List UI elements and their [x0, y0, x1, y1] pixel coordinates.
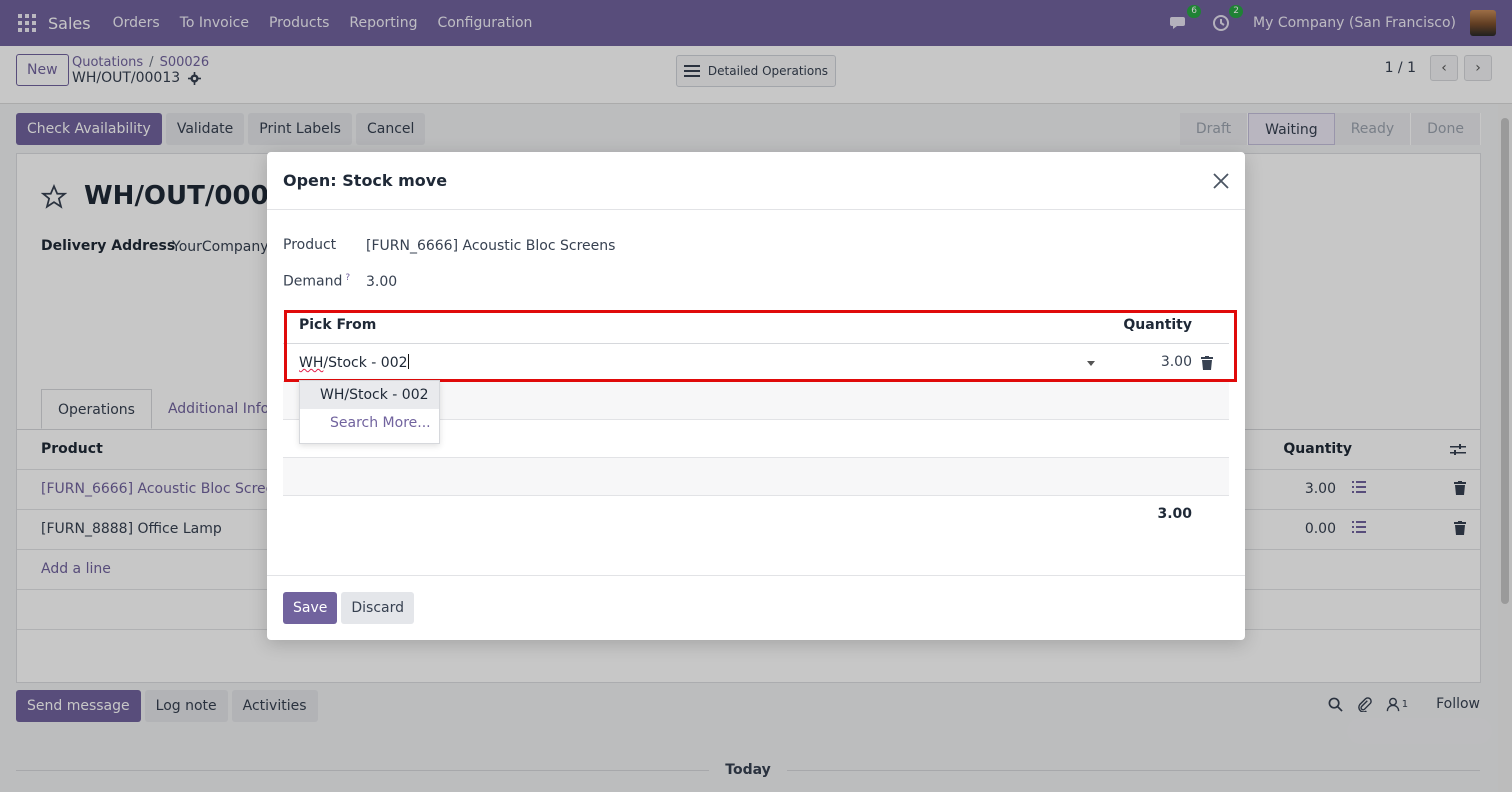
dialog-title: Open: Stock move — [283, 171, 448, 190]
discard-button[interactable]: Discard — [341, 592, 415, 624]
autocomplete-dropdown: WH/Stock - 002 Search More... — [299, 380, 440, 444]
demand-help-icon[interactable]: ? — [345, 273, 350, 283]
demand-label: Demand? — [283, 273, 351, 290]
dropdown-option-location[interactable]: WH/Stock - 002 — [300, 381, 439, 409]
dialog-header: Open: Stock move — [267, 152, 1245, 210]
demand-value: 3.00 — [366, 274, 398, 290]
product-value[interactable]: [FURN_6666] Acoustic Bloc Screens — [366, 238, 615, 254]
highlight-box — [284, 310, 1237, 382]
pick-total: 3.00 — [1157, 506, 1192, 522]
pick-total-row: 3.00 — [283, 496, 1229, 534]
product-label: Product — [283, 237, 337, 253]
close-icon[interactable] — [1211, 171, 1231, 191]
dialog-footer: Save Discard — [267, 575, 1245, 640]
save-button[interactable]: Save — [283, 592, 338, 624]
empty-row — [283, 458, 1229, 496]
dropdown-search-more[interactable]: Search More... — [300, 409, 439, 437]
